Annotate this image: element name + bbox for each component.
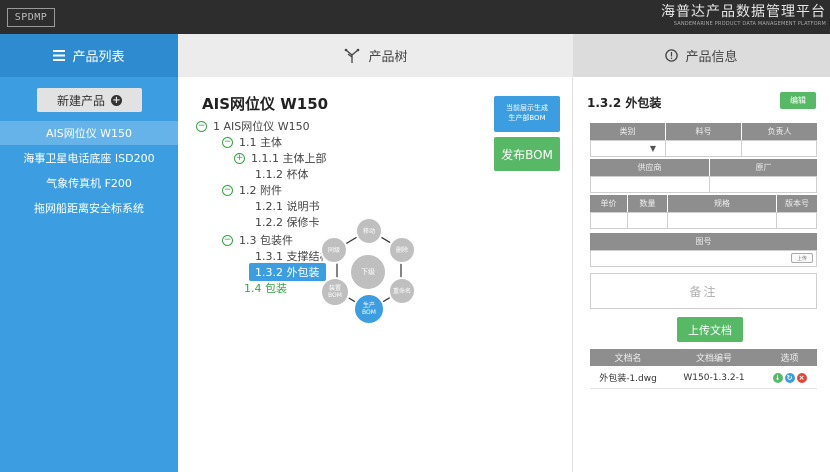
column-header: 原厂 bbox=[710, 159, 817, 176]
new-product-button[interactable]: 新建产品 + bbox=[37, 88, 142, 112]
supplier-field[interactable] bbox=[590, 176, 710, 193]
sidebar-item-label: 气象传真机 F200 bbox=[46, 177, 132, 190]
table-row: 外包装-1.dwg W150-1.3.2-1 ↓ ↻ × bbox=[590, 367, 817, 389]
radial-label: 重命名 bbox=[392, 287, 411, 295]
document-code: W150-1.3.2-1 bbox=[683, 372, 745, 383]
info-icon bbox=[665, 49, 679, 62]
radial-move-button[interactable]: 移动 bbox=[355, 217, 383, 245]
radial-production-bom-button[interactable]: 生产 BOM bbox=[353, 293, 385, 325]
info-grid-row2: 供应商 原厂 bbox=[590, 159, 817, 193]
drawing-number-field[interactable] bbox=[590, 250, 817, 267]
column-header: 文档编号 bbox=[695, 354, 732, 364]
radial-label: 移动 bbox=[362, 227, 375, 235]
product-info-header: 产品信息 bbox=[573, 34, 830, 77]
refresh-icon[interactable]: ↻ bbox=[784, 372, 795, 383]
product-list-header-label: 产品列表 bbox=[72, 50, 125, 65]
column-header: 负责人 bbox=[742, 123, 817, 140]
radial-label: 下级 bbox=[361, 267, 375, 276]
sidebar-item-f200[interactable]: 气象传真机 F200 bbox=[0, 171, 178, 195]
column-header: 供应商 bbox=[590, 159, 710, 176]
info-grid-row3: 单价 数量 规格 版本号 bbox=[590, 195, 817, 229]
app-logo[interactable]: SPDMP bbox=[7, 8, 55, 27]
sidebar-item-trawler-safety[interactable]: 拖网船距离安全标系统 bbox=[0, 196, 178, 220]
sidebar-item-label: AIS网位仪 W150 bbox=[45, 127, 133, 140]
brand-subtitle: SANDEMARINE PRODUCT DATA MANAGEMENT PLAT… bbox=[673, 21, 826, 27]
upload-drawing-button[interactable]: 上传 bbox=[791, 253, 813, 263]
category-select[interactable]: ▼ bbox=[590, 140, 666, 157]
brand: 海普达产品数据管理平台 SANDEMARINE PRODUCT DATA MAN… bbox=[661, 4, 826, 28]
product-tree-panel: AIS网位仪 W150 − 1 AIS网位仪 W150 − 1.1 主体 + 1… bbox=[178, 77, 573, 472]
column-header: 规格 bbox=[668, 195, 777, 212]
column-header: 料号 bbox=[666, 123, 742, 140]
radial-delete-button[interactable]: 删除 bbox=[388, 236, 416, 264]
publish-bom-button[interactable]: 发布BOM bbox=[494, 137, 560, 171]
radial-rename-button[interactable]: 重命名 bbox=[388, 277, 416, 305]
product-info-header-label: 产品信息 bbox=[685, 50, 738, 65]
download-icon[interactable]: ↓ bbox=[772, 372, 783, 383]
sidebar-item-label: 海事卫星电话底座 ISD200 bbox=[23, 152, 155, 165]
column-header: 文档名 bbox=[614, 354, 642, 364]
radial-label: 同级 bbox=[327, 246, 340, 254]
radial-sibling-level-button[interactable]: 同级 bbox=[320, 236, 348, 264]
delete-icon[interactable]: × bbox=[796, 372, 807, 383]
column-header: 版本号 bbox=[777, 195, 817, 212]
column-header: 图号 bbox=[590, 233, 817, 250]
top-bar: SPDMP 海普达产品数据管理平台 SANDEMARINE PRODUCT DA… bbox=[0, 0, 830, 34]
list-icon bbox=[53, 50, 66, 61]
info-section-title: 1.3.2 外包装 bbox=[587, 96, 662, 110]
product-list-sidebar: 新建产品 + AIS网位仪 W150 海事卫星电话底座 ISD200 气象传真机… bbox=[0, 77, 178, 472]
radial-device-bom-button[interactable]: 装置 BOM bbox=[320, 277, 350, 307]
product-tree-header-label: 产品树 bbox=[368, 50, 408, 65]
panel-headers: 产品列表 产品树 产品信息 bbox=[0, 34, 830, 77]
owner-field[interactable] bbox=[742, 140, 817, 157]
info-grid-row1: 类别 料号 负责人 ▼ bbox=[590, 123, 817, 157]
dropdown-caret-icon: ▼ bbox=[649, 144, 657, 153]
column-header: 单价 bbox=[590, 195, 628, 212]
edit-button[interactable]: 编辑 bbox=[780, 92, 816, 109]
upload-document-button[interactable]: 上传文档 bbox=[677, 317, 743, 342]
tree-icon bbox=[343, 48, 361, 64]
product-info-panel: 1.3.2 外包装 编辑 类别 料号 负责人 ▼ 供应商 原厂 单价 数量 规格 bbox=[573, 77, 830, 472]
column-header: 选项 bbox=[780, 354, 799, 364]
radial-label: 装置 BOM bbox=[328, 285, 342, 299]
radial-child-level-button[interactable]: 下级 bbox=[349, 253, 387, 291]
product-list-header: 产品列表 bbox=[0, 34, 178, 77]
product-tree-header: 产品树 bbox=[178, 34, 573, 77]
radial-label: 删除 bbox=[395, 246, 408, 254]
spec-field[interactable] bbox=[668, 212, 777, 229]
sidebar-item-label: 拖网船距离安全标系统 bbox=[34, 202, 144, 215]
part-number-field[interactable] bbox=[666, 140, 742, 157]
quantity-field[interactable] bbox=[628, 212, 668, 229]
unit-price-field[interactable] bbox=[590, 212, 628, 229]
sidebar-item-isd200[interactable]: 海事卫星电话底座 ISD200 bbox=[0, 146, 178, 170]
document-name: 外包装-1.dwg bbox=[599, 374, 657, 384]
version-field[interactable] bbox=[777, 212, 817, 229]
radial-label: 生产 BOM bbox=[362, 302, 376, 316]
column-header: 数量 bbox=[628, 195, 668, 212]
add-icon: + bbox=[111, 94, 122, 106]
document-actions: ↓ ↻ × bbox=[762, 367, 817, 388]
notes-field[interactable]: 备注 bbox=[590, 273, 817, 309]
new-product-label: 新建产品 bbox=[56, 93, 105, 108]
documents-table-header: 文档名 文档编号 选项 bbox=[590, 349, 817, 366]
column-header: 类别 bbox=[590, 123, 666, 140]
brand-title: 海普达产品数据管理平台 bbox=[661, 4, 826, 20]
info-grid-row4: 图号 上传 bbox=[590, 233, 817, 267]
generate-production-bom-button[interactable]: 当前层示生成 生产部BOM bbox=[494, 96, 560, 132]
manufacturer-field[interactable] bbox=[710, 176, 817, 193]
sidebar-item-ais-w150[interactable]: AIS网位仪 W150 bbox=[0, 121, 178, 145]
